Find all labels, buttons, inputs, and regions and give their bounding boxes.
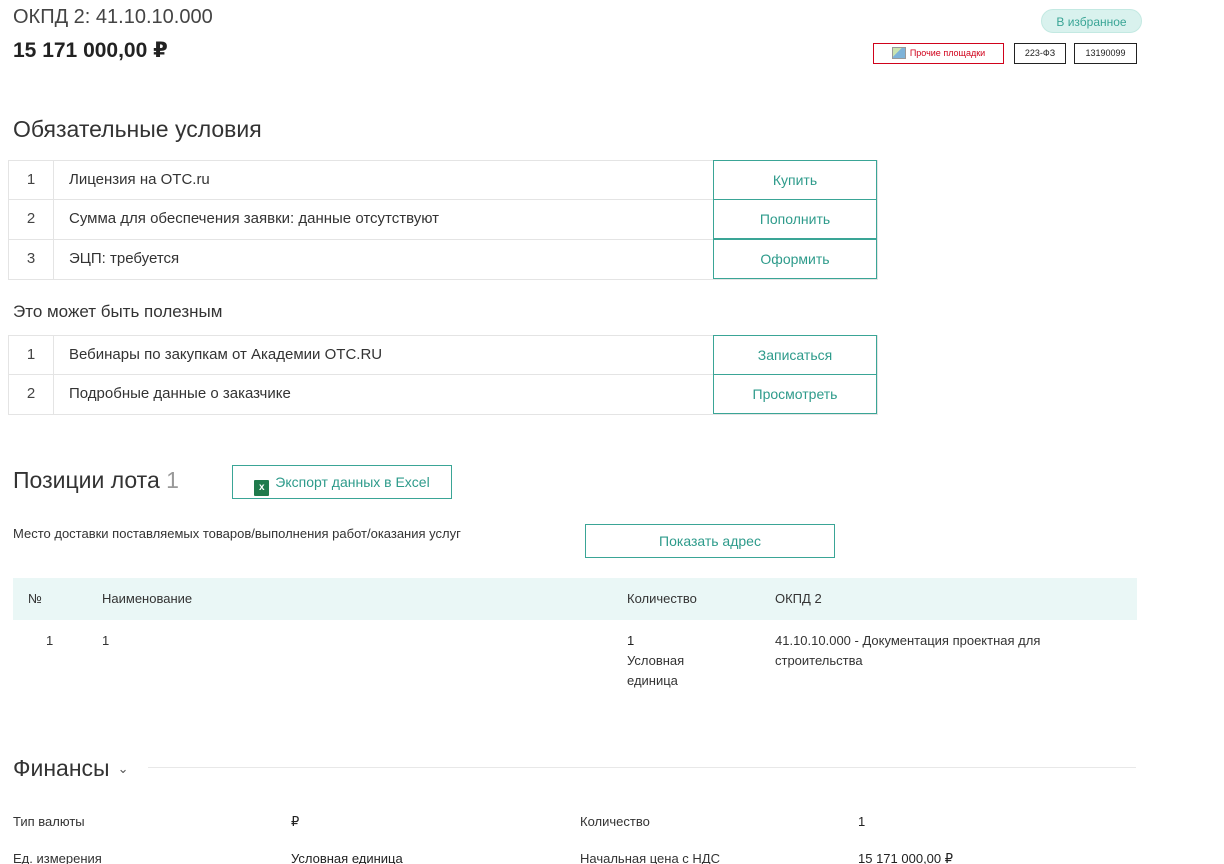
condition-number: 1 xyxy=(9,161,54,199)
column-header-quantity: Количество xyxy=(627,591,697,606)
condition-row: 2 Сумма для обеспечения заявки: данные о… xyxy=(8,199,878,240)
position-number: 1 xyxy=(46,633,54,648)
initial-price-label: Начальная цена с НДС xyxy=(580,851,720,864)
quantity-value: 1 xyxy=(627,633,635,648)
get-signature-button[interactable]: Оформить xyxy=(713,239,877,279)
mandatory-conditions-table: 1 Лицензия на OTC.ru Купить 2 Сумма для … xyxy=(8,160,878,280)
useful-row: 2 Подробные данные о заказчике Просмотре… xyxy=(8,374,878,415)
useful-title: Это может быть полезным xyxy=(13,302,223,321)
finance-title: Финансы xyxy=(13,755,110,781)
column-header-name: Наименование xyxy=(102,591,193,606)
currency-type-label: Тип валюты xyxy=(13,814,85,829)
condition-text: ЭЦП: требуется xyxy=(69,250,180,267)
show-address-button[interactable]: Показать адрес xyxy=(585,524,835,558)
register-webinar-button[interactable]: Записаться xyxy=(713,335,877,375)
platform-image-icon xyxy=(891,47,906,59)
tender-id-tag: 13190099 xyxy=(1074,43,1137,64)
condition-text: Сумма для обеспечения заявки: данные отс… xyxy=(69,210,440,227)
condition-number: 3 xyxy=(9,240,54,279)
quantity-unit-line1: Условная xyxy=(627,653,685,668)
useful-number: 2 xyxy=(9,375,54,414)
okpd-code: ОКПД 2: 41.10.10.000 xyxy=(13,6,213,28)
export-excel-label: Экспорт данных в Excel xyxy=(275,474,430,490)
okpd-line1: 41.10.10.000 - Документация проектная дл… xyxy=(775,633,1041,648)
condition-text: Лицензия на OTC.ru xyxy=(69,171,210,188)
okpd-line2: строительства xyxy=(775,653,863,668)
useful-text: Подробные данные о заказчике xyxy=(69,385,291,402)
platform-tag[interactable]: Прочие площадки xyxy=(873,43,1004,64)
position-name: 1 xyxy=(102,633,110,648)
unit-label: Ед. измерения xyxy=(13,851,102,864)
lot-positions-count: 1 xyxy=(166,467,179,493)
column-header-okpd: ОКПД 2 xyxy=(775,591,822,606)
lot-positions-title: Позиции лота 1 xyxy=(13,467,179,494)
quantity-label: Количество xyxy=(580,814,650,829)
useful-text: Вебинары по закупкам от Академии OTC.RU xyxy=(69,346,383,363)
position-okpd: 41.10.10.000 - Документация проектная дл… xyxy=(775,631,1040,671)
condition-row: 1 Лицензия на OTC.ru Купить xyxy=(8,160,878,200)
view-customer-button[interactable]: Просмотреть xyxy=(713,374,877,414)
useful-number: 1 xyxy=(9,336,54,374)
column-header-number: № xyxy=(28,591,42,606)
finance-divider xyxy=(148,767,1136,768)
useful-row: 1 Вебинары по закупкам от Академии OTC.R… xyxy=(8,335,878,375)
condition-number: 2 xyxy=(9,200,54,239)
excel-icon: x xyxy=(254,480,270,496)
condition-row: 3 ЭЦП: требуется Оформить xyxy=(8,239,878,280)
lot-positions-label: Позиции лота xyxy=(13,467,160,493)
add-to-favorites-button[interactable]: В избранное xyxy=(1041,9,1142,33)
currency-type-value: ₽ xyxy=(291,814,300,829)
quantity-value-finance: 1 xyxy=(858,814,866,829)
lot-price: 15 171 000,00 ₽ xyxy=(13,39,168,62)
delivery-place-label: Место доставки поставляемых товаров/выпо… xyxy=(13,526,461,541)
positions-table-header: № Наименование Количество ОКПД 2 xyxy=(13,578,1137,620)
chevron-down-icon: ⌄ xyxy=(117,761,129,776)
top-up-button[interactable]: Пополнить xyxy=(713,199,877,239)
useful-table: 1 Вебинары по закупкам от Академии OTC.R… xyxy=(8,335,878,415)
initial-price-value: 15 171 000,00 ₽ xyxy=(858,851,954,864)
law-tag: 223-ФЗ xyxy=(1014,43,1066,64)
table-row: 1 1 1 Условная единица 41.10.10.000 - До… xyxy=(13,620,1137,700)
platform-tag-label: Прочие площадки xyxy=(909,48,986,58)
buy-license-button[interactable]: Купить xyxy=(713,160,877,200)
mandatory-conditions-title: Обязательные условия xyxy=(13,116,262,142)
export-excel-button[interactable]: x Экспорт данных в Excel xyxy=(232,465,452,499)
position-quantity: 1 Условная единица xyxy=(627,631,684,691)
quantity-unit-line2: единица xyxy=(627,673,678,688)
finance-section-toggle[interactable]: Финансы ⌄ xyxy=(13,755,128,782)
unit-value: Условная единица xyxy=(291,851,403,864)
